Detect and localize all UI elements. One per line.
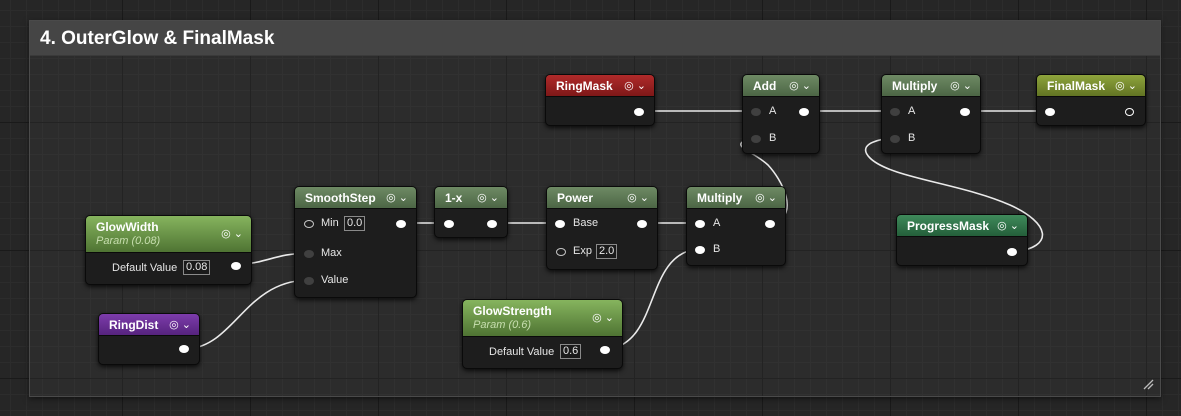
- preview-dropdown-icon[interactable]: ◎ ⌄: [997, 219, 1019, 232]
- ring-dist-title: RingDist: [109, 318, 159, 332]
- power-exp-pin[interactable]: [556, 248, 566, 256]
- multiply-top-header[interactable]: Multiply ◎ ⌄: [882, 75, 980, 97]
- multiply-mid-input-a-pin[interactable]: [695, 220, 705, 228]
- one-minus-title: 1-x: [445, 191, 463, 205]
- smooth-step-title: SmoothStep: [305, 191, 376, 205]
- glow-strength-title: GlowStrength: [473, 304, 552, 318]
- comment-header[interactable]: 4. OuterGlow & FinalMask: [30, 21, 1160, 56]
- multiply-top-input-a-pin[interactable]: [890, 108, 900, 116]
- power-node[interactable]: Power ◎ ⌄ Base Exp 2.0: [546, 186, 658, 270]
- smooth-step-min-label: Min: [321, 217, 339, 229]
- power-base-pin[interactable]: [555, 220, 565, 228]
- glow-width-node[interactable]: GlowWidth Param (0.08) ◎ ⌄ Default Value…: [85, 215, 252, 285]
- ring-mask-title: RingMask: [556, 79, 613, 93]
- add-header[interactable]: Add ◎ ⌄: [743, 75, 819, 97]
- multiply-mid-title: Multiply: [697, 191, 743, 205]
- progress-mask-node[interactable]: ProgressMask ◎ ⌄: [896, 214, 1028, 266]
- one-minus-output-pin[interactable]: [487, 220, 497, 228]
- power-exp-value[interactable]: 2.0: [596, 244, 618, 259]
- glow-width-title: GlowWidth: [96, 220, 159, 234]
- smooth-step-header[interactable]: SmoothStep ◎ ⌄: [295, 187, 416, 209]
- glow-strength-node[interactable]: GlowStrength Param (0.6) ◎ ⌄ Default Val…: [462, 299, 623, 369]
- glow-strength-default-label: Default Value: [489, 346, 555, 358]
- multiply-top-input-a-label: A: [908, 105, 916, 117]
- preview-dropdown-icon[interactable]: ◎ ⌄: [477, 191, 499, 204]
- multiply-top-input-b-pin[interactable]: [890, 135, 900, 143]
- glow-width-default-value[interactable]: 0.08: [183, 260, 211, 275]
- power-title: Power: [557, 191, 594, 205]
- glow-width-header[interactable]: GlowWidth Param (0.08) ◎ ⌄: [86, 216, 251, 253]
- multiply-top-title: Multiply: [892, 79, 938, 93]
- glow-strength-header[interactable]: GlowStrength Param (0.6) ◎ ⌄: [463, 300, 622, 337]
- progress-mask-header[interactable]: ProgressMask ◎ ⌄: [897, 215, 1027, 237]
- smooth-step-max-pin[interactable]: [304, 250, 314, 258]
- power-header[interactable]: Power ◎ ⌄: [547, 187, 657, 209]
- preview-dropdown-icon[interactable]: ◎ ⌄: [789, 79, 811, 92]
- smooth-step-value-pin[interactable]: [304, 277, 314, 285]
- add-input-b-label: B: [769, 132, 777, 144]
- power-output-pin[interactable]: [637, 220, 647, 228]
- multiply-mid-input-a-label: A: [713, 217, 721, 229]
- ring-mask-node[interactable]: RingMask ◎ ⌄: [545, 74, 655, 126]
- smooth-step-min-value[interactable]: 0.0: [344, 216, 366, 231]
- smooth-step-min-pin[interactable]: [304, 220, 314, 228]
- add-title: Add: [753, 79, 777, 93]
- ring-dist-header[interactable]: RingDist ◎ ⌄: [99, 314, 199, 336]
- ring-dist-node[interactable]: RingDist ◎ ⌄: [98, 313, 200, 365]
- smooth-step-value-label: Value: [321, 274, 349, 286]
- one-minus-node[interactable]: 1-x ◎ ⌄: [434, 186, 508, 238]
- comment-title: 4. OuterGlow & FinalMask: [40, 28, 275, 49]
- smooth-step-node[interactable]: SmoothStep ◎ ⌄ Min 0.0 Max Value: [294, 186, 417, 298]
- ring-mask-output-pin[interactable]: [634, 108, 644, 116]
- glow-strength-output-pin[interactable]: [600, 346, 610, 354]
- multiply-top-node[interactable]: Multiply ◎ ⌄ A B: [881, 74, 981, 154]
- multiply-mid-input-b-pin[interactable]: [695, 246, 705, 254]
- add-input-a-label: A: [769, 105, 777, 117]
- multiply-mid-node[interactable]: Multiply ◎ ⌄ A B: [686, 186, 786, 266]
- add-node[interactable]: Add ◎ ⌄ A B: [742, 74, 820, 154]
- preview-dropdown-icon[interactable]: ◎ ⌄: [624, 79, 646, 92]
- ring-mask-header[interactable]: RingMask ◎ ⌄: [546, 75, 654, 97]
- glow-strength-default-value[interactable]: 0.6: [560, 344, 582, 359]
- preview-dropdown-icon[interactable]: ◎ ⌄: [755, 191, 777, 204]
- preview-dropdown-icon[interactable]: ◎ ⌄: [592, 311, 614, 324]
- multiply-top-output-pin[interactable]: [960, 108, 970, 116]
- preview-dropdown-icon[interactable]: ◎ ⌄: [169, 318, 191, 331]
- glow-width-subtitle: Param (0.08): [96, 235, 161, 247]
- one-minus-header[interactable]: 1-x ◎ ⌄: [435, 187, 507, 209]
- smooth-step-output-pin[interactable]: [396, 220, 406, 228]
- progress-mask-title: ProgressMask: [907, 219, 990, 233]
- add-output-pin[interactable]: [799, 108, 809, 116]
- final-mask-output-pin[interactable]: [1125, 108, 1134, 116]
- preview-dropdown-icon[interactable]: ◎ ⌄: [627, 191, 649, 204]
- glow-strength-subtitle: Param (0.6): [473, 319, 532, 331]
- one-minus-input-pin[interactable]: [444, 220, 454, 228]
- multiply-mid-output-pin[interactable]: [765, 220, 775, 228]
- final-mask-input-pin[interactable]: [1045, 108, 1055, 116]
- preview-dropdown-icon[interactable]: ◎ ⌄: [950, 79, 972, 92]
- glow-width-default-label: Default Value: [112, 262, 178, 274]
- preview-dropdown-icon[interactable]: ◎ ⌄: [221, 227, 243, 240]
- add-input-a-pin[interactable]: [751, 108, 761, 116]
- multiply-mid-header[interactable]: Multiply ◎ ⌄: [687, 187, 785, 209]
- glow-width-output-pin[interactable]: [231, 262, 241, 270]
- add-input-b-pin[interactable]: [751, 135, 761, 143]
- preview-dropdown-icon[interactable]: ◎ ⌄: [386, 191, 408, 204]
- power-base-label: Base: [573, 217, 599, 229]
- resize-grip-icon[interactable]: [1142, 378, 1154, 390]
- final-mask-node[interactable]: FinalMask ◎ ⌄: [1036, 74, 1146, 126]
- final-mask-title: FinalMask: [1047, 79, 1106, 93]
- preview-dropdown-icon[interactable]: ◎ ⌄: [1115, 79, 1137, 92]
- final-mask-header[interactable]: FinalMask ◎ ⌄: [1037, 75, 1145, 97]
- power-exp-label: Exp: [573, 245, 592, 257]
- progress-mask-output-pin[interactable]: [1007, 248, 1017, 256]
- ring-dist-output-pin[interactable]: [179, 345, 189, 353]
- multiply-top-input-b-label: B: [908, 132, 916, 144]
- smooth-step-max-label: Max: [321, 247, 342, 259]
- multiply-mid-input-b-label: B: [713, 243, 721, 255]
